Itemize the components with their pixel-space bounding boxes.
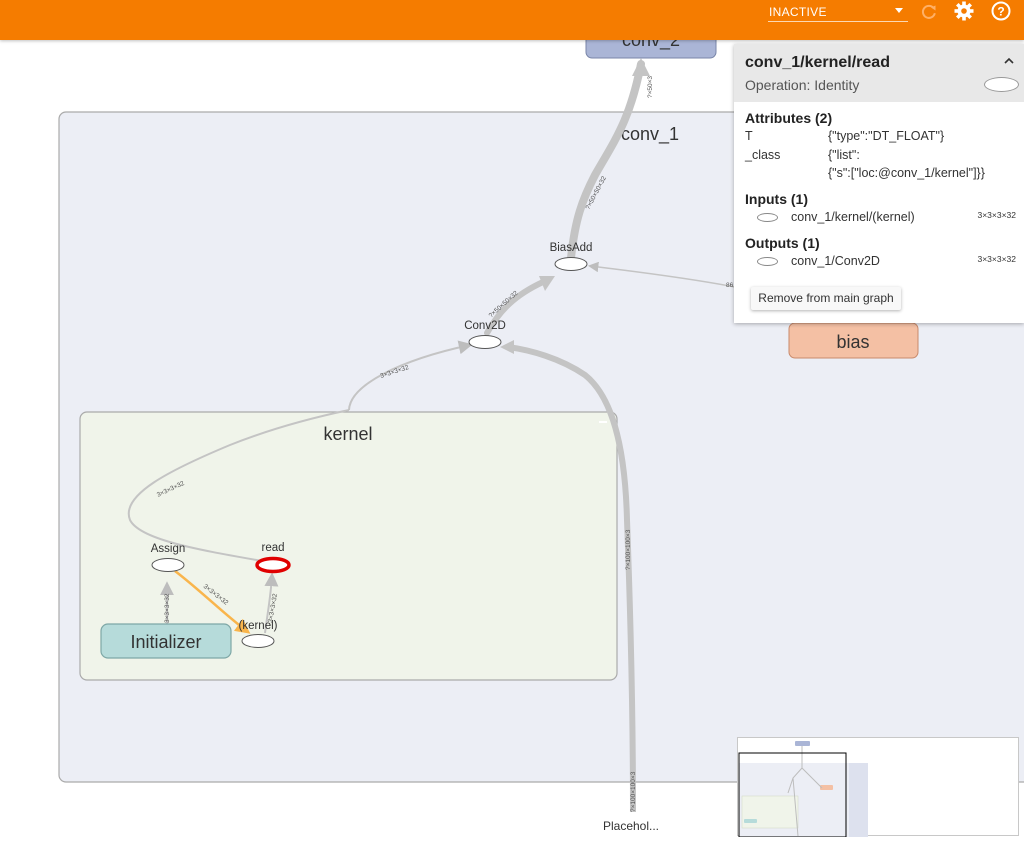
conv1-group-label: conv_1 xyxy=(621,124,679,145)
inputs-header: Inputs (1) xyxy=(745,191,808,207)
output-shape: 3×3×3×32 xyxy=(977,254,1016,264)
edge-label-placeholder-bottom: ?×100×100×3 xyxy=(630,771,637,812)
edge-label-bias-to-biasadd: 86 xyxy=(726,282,734,289)
edge-label-initializer-to-assign: 3×3×3×32 xyxy=(164,593,171,623)
biasadd-node-label: BiasAdd xyxy=(550,242,593,254)
minimap-conv2-node xyxy=(795,741,810,746)
attributes-header: Attributes (2) xyxy=(745,110,833,126)
input-node-icon xyxy=(757,213,778,222)
biasadd-node[interactable] xyxy=(554,257,588,271)
chevron-down-icon xyxy=(895,8,903,13)
bias-node-label: bias xyxy=(836,332,869,352)
placeholder-node-label[interactable]: Placehol... xyxy=(603,819,659,833)
settings-icon[interactable] xyxy=(951,0,977,24)
attribute-key: T xyxy=(745,129,753,143)
read-node-selected[interactable] xyxy=(255,556,291,574)
top-toolbar: INACTIVE ? xyxy=(0,0,1024,40)
assign-node-label: Assign xyxy=(151,543,186,555)
assign-node[interactable] xyxy=(151,558,185,572)
minimap-initializer-node xyxy=(744,819,757,823)
edge-label-placeholder-to-conv2d: ?×100×100×3 xyxy=(625,529,632,570)
info-card-title: conv_1/kernel/read xyxy=(745,54,890,71)
minimap-kernel-group xyxy=(741,795,799,829)
read-node-label: read xyxy=(261,542,284,554)
attribute-value: {"list": xyxy=(828,148,860,162)
reload-icon[interactable] xyxy=(916,0,942,24)
kernel-variable-node[interactable] xyxy=(241,634,275,648)
run-select-dropdown[interactable]: INACTIVE xyxy=(768,2,908,22)
edge-biasadd-to-conv2-arrow xyxy=(632,58,650,76)
kernel-variable-node-label: (kernel) xyxy=(239,620,278,632)
outputs-header: Outputs (1) xyxy=(745,235,820,251)
input-shape: 3×3×3×32 xyxy=(977,210,1016,220)
kernel-group-label: kernel xyxy=(323,424,372,444)
output-node-icon xyxy=(757,257,778,266)
conv2d-node-label: Conv2D xyxy=(464,320,506,332)
minimap-graph-area xyxy=(849,763,868,837)
info-card-header[interactable]: conv_1/kernel/read Operation: Identity xyxy=(734,44,1024,102)
initializer-node-label: Initializer xyxy=(130,632,201,652)
node-shape-icon xyxy=(984,77,1019,92)
edge-label-top-in: ?×50×3 xyxy=(647,76,654,98)
help-icon[interactable]: ? xyxy=(988,0,1014,24)
kernel-group-collapse-button[interactable] xyxy=(599,421,607,423)
minimap[interactable] xyxy=(737,737,1019,838)
remove-from-main-graph-button[interactable]: Remove from main graph xyxy=(751,287,901,310)
info-card-operation: Operation: Identity xyxy=(745,77,860,93)
output-node-link[interactable]: conv_1/Conv2D xyxy=(791,254,880,268)
input-node-link[interactable]: conv_1/kernel/(kernel) xyxy=(791,210,915,224)
chevron-up-icon[interactable] xyxy=(1004,54,1014,68)
attribute-value: {"type":"DT_FLOAT"} xyxy=(828,129,945,143)
attribute-key: _class xyxy=(745,148,781,162)
svg-text:?: ? xyxy=(997,5,1004,19)
attribute-value-continued: {"s":["loc:@conv_1/kernel"]}} xyxy=(828,166,985,180)
conv2d-node[interactable] xyxy=(468,335,502,349)
node-info-card: conv_1/kernel/read Operation: Identity A… xyxy=(734,44,1024,323)
run-select-value: INACTIVE xyxy=(769,5,827,19)
